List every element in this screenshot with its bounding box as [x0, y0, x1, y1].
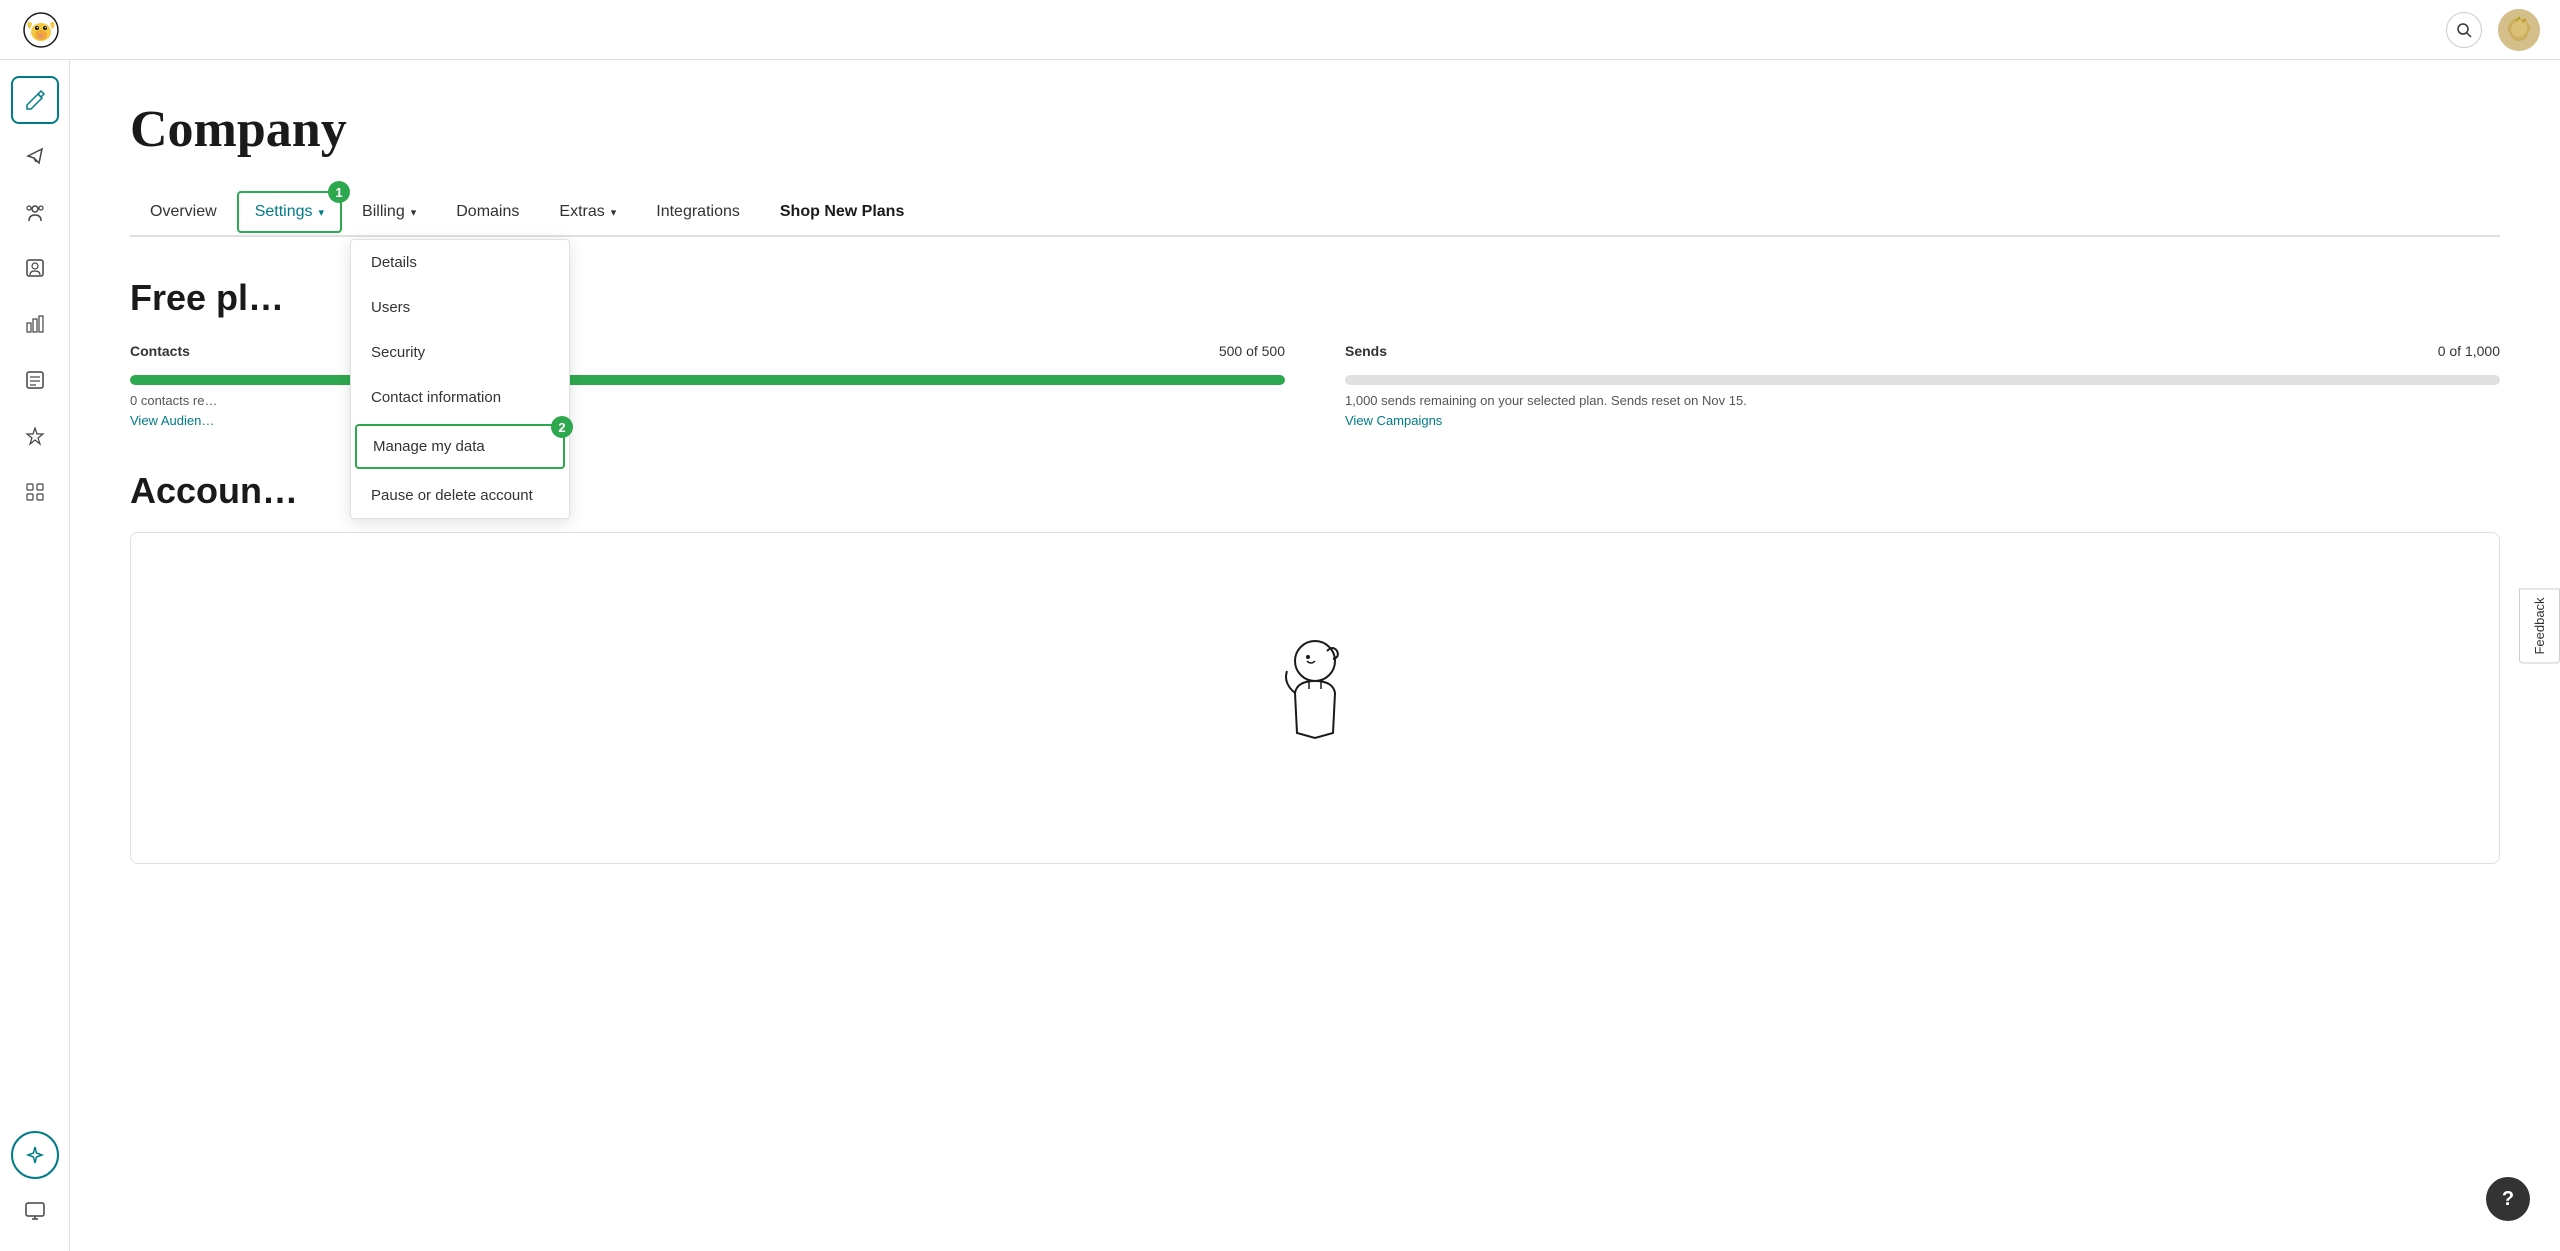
main-content: Company Overview Settings ▾ 1 Billing ▾ …	[70, 60, 2560, 1251]
sidebar-monitor-button[interactable]	[11, 1187, 59, 1235]
dropdown-item-details[interactable]: Details	[351, 240, 569, 285]
top-bar	[0, 0, 2560, 60]
contacts-stat: Contacts 500 of 500 0 contacts re… View …	[130, 343, 1285, 430]
dropdown-item-users[interactable]: Users	[351, 285, 569, 330]
contacts-sub-text: 0 contacts re…	[130, 393, 1285, 408]
dropdown-item-manage-data[interactable]: Manage my data 2	[355, 424, 565, 469]
tab-overview[interactable]: Overview	[130, 189, 237, 235]
sends-sub-text: 1,000 sends remaining on your selected p…	[1345, 393, 2500, 408]
sidebar-item-contacts[interactable]	[11, 244, 59, 292]
chevron-down-icon-billing: ▾	[411, 206, 417, 219]
sidebar-item-automations[interactable]	[11, 412, 59, 460]
page-title: Company	[130, 100, 2500, 159]
contacts-progress-fill	[130, 375, 1285, 385]
dropdown-item-contact-info[interactable]: Contact information	[351, 375, 569, 420]
tab-extras[interactable]: Extras ▾	[539, 189, 636, 235]
contacts-stat-header: Contacts 500 of 500	[130, 343, 1285, 367]
app-logo[interactable]	[20, 9, 62, 51]
sidebar-bottom	[11, 1131, 59, 1235]
tab-integrations[interactable]: Integrations	[636, 189, 760, 235]
contacts-progress-bar	[130, 375, 1285, 385]
sidebar-item-campaigns[interactable]	[11, 132, 59, 180]
avatar[interactable]	[2498, 9, 2540, 51]
view-campaigns-link[interactable]: View Campaigns	[1345, 413, 1442, 428]
tab-shop-new-plans[interactable]: Shop New Plans	[760, 189, 924, 235]
sidebar-item-content[interactable]	[11, 356, 59, 404]
sidebar-sparkle-button[interactable]	[11, 1131, 59, 1179]
view-audience-link[interactable]: View Audien…	[130, 413, 214, 428]
sidebar-item-reports[interactable]	[11, 300, 59, 348]
chevron-down-icon-extras: ▾	[611, 206, 617, 219]
sends-progress-bar	[1345, 375, 2500, 385]
search-button[interactable]	[2446, 12, 2482, 48]
contacts-label: Contacts	[130, 343, 190, 359]
sidebar	[0, 60, 70, 1251]
figure-illustration	[1225, 593, 1405, 803]
tab-domains[interactable]: Domains	[436, 189, 539, 235]
account-card	[130, 532, 2500, 864]
manage-data-badge: 2	[551, 416, 573, 438]
contacts-value: 500 of 500	[1219, 343, 1285, 359]
tab-settings[interactable]: Settings ▾ 1	[237, 191, 342, 233]
sends-stat: Sends 0 of 1,000 1,000 sends remaining o…	[1345, 343, 2500, 430]
sidebar-item-apps[interactable]	[11, 468, 59, 516]
chevron-down-icon: ▾	[319, 206, 325, 219]
sends-label: Sends	[1345, 343, 1387, 359]
dropdown-item-pause-delete[interactable]: Pause or delete account	[351, 473, 569, 518]
dropdown-item-security[interactable]: Security	[351, 330, 569, 375]
tab-navigation: Overview Settings ▾ 1 Billing ▾ Domains …	[130, 189, 2500, 237]
sends-stat-header: Sends 0 of 1,000	[1345, 343, 2500, 367]
top-bar-right	[2446, 9, 2540, 51]
sidebar-item-edit[interactable]	[11, 76, 59, 124]
sends-value: 0 of 1,000	[2438, 343, 2500, 359]
feedback-tab[interactable]: Feedback	[2519, 588, 2560, 663]
sidebar-item-audience[interactable]	[11, 188, 59, 236]
feedback-tab-container: Feedback	[2519, 588, 2560, 663]
account-section: Accoun…	[130, 470, 2500, 864]
settings-dropdown: Details Users Security Contact informati…	[350, 239, 570, 519]
help-button[interactable]: ?	[2486, 1177, 2530, 1221]
tab-billing[interactable]: Billing ▾	[342, 189, 436, 235]
